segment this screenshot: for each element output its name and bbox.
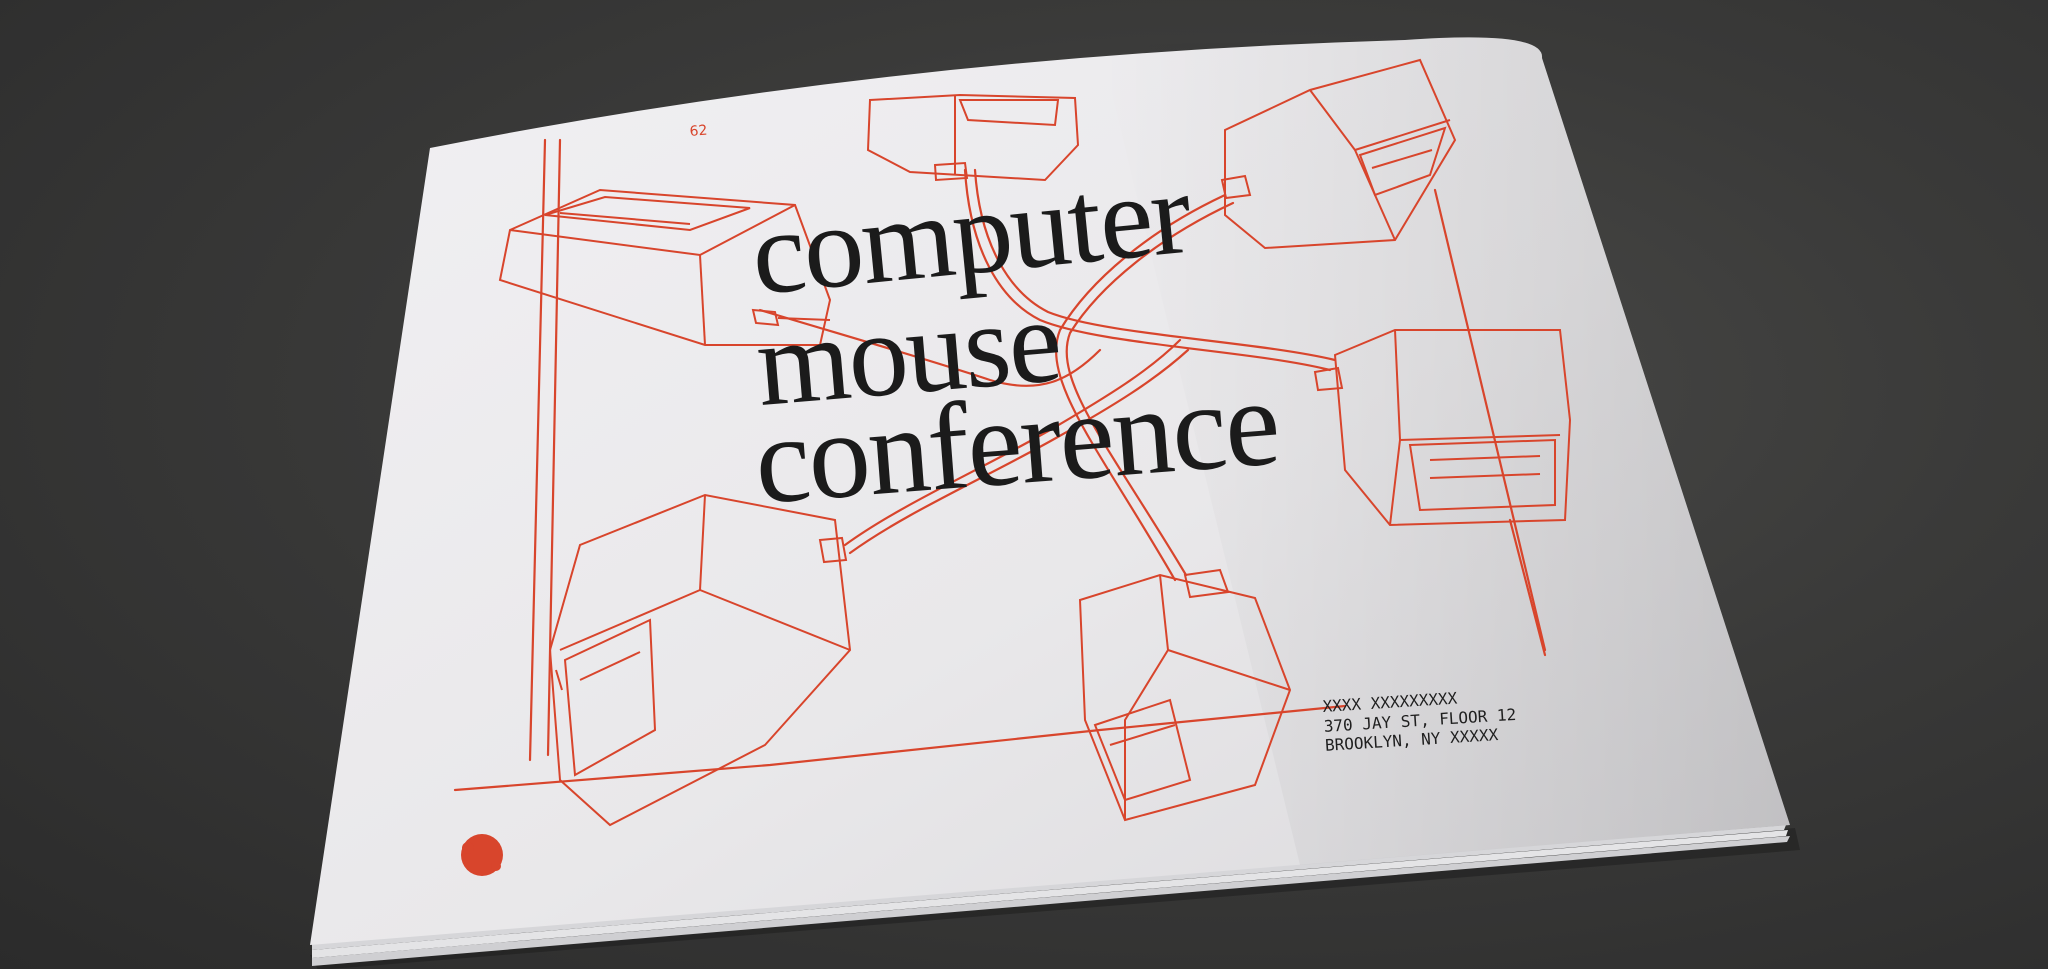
red-dot-mark	[461, 834, 503, 876]
address-block: XXXX XXXXXXXXX 370 JAY ST, FLOOR 12 BROO…	[1322, 685, 1518, 755]
page-number: 62	[689, 122, 708, 139]
